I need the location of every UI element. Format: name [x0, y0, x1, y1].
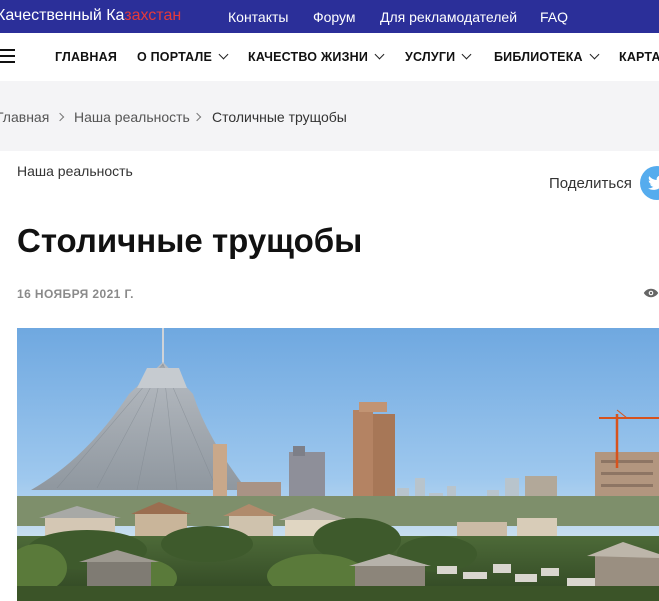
chevron-right-icon: [55, 112, 65, 122]
breadcrumb-current: Столичные трущобы: [212, 109, 347, 125]
chevron-right-icon: [192, 112, 202, 122]
menu-icon[interactable]: [0, 49, 15, 64]
article-hero-image: [17, 328, 659, 601]
top-link-forum[interactable]: Форум: [313, 9, 356, 25]
twitter-share-button[interactable]: [640, 166, 659, 200]
breadcrumb-section[interactable]: Наша реальность: [74, 109, 190, 125]
article-title: Столичные трущобы: [17, 222, 363, 259]
nav-item-home[interactable]: ГЛАВНАЯ: [55, 50, 117, 64]
chevron-down-icon: [461, 49, 472, 60]
eye-icon: [643, 288, 659, 298]
top-link-advertisers[interactable]: Для рекламодателей: [380, 9, 517, 25]
chevron-down-icon: [374, 49, 385, 60]
main-nav: ГЛАВНАЯ О ПОРТАЛЕ КАЧЕСТВО ЖИЗНИ УСЛУГИ …: [0, 33, 659, 81]
article-category[interactable]: Наша реальность: [17, 163, 133, 179]
chevron-down-icon: [218, 49, 229, 60]
nav-item-about[interactable]: О ПОРТАЛЕ: [137, 49, 229, 64]
top-link-faq[interactable]: FAQ: [540, 9, 568, 25]
top-link-contacts[interactable]: Контакты: [228, 9, 288, 25]
chevron-down-icon: [589, 49, 600, 60]
nav-item-services[interactable]: УСЛУГИ: [405, 49, 472, 64]
breadcrumb: Главная Наша реальность Столичные трущоб…: [0, 81, 659, 151]
nav-item-quality-of-life[interactable]: КАЧЕСТВО ЖИЗНИ: [248, 49, 385, 64]
top-bar: Качественный Казахстан Контакты Форум Дл…: [0, 0, 659, 33]
breadcrumb-home[interactable]: Главная: [0, 109, 49, 125]
twitter-icon: [648, 175, 659, 190]
top-links: Контакты Форум Для рекламодателей FAQ: [0, 9, 659, 25]
article-date: 16 НОЯБРЯ 2021 Г.: [17, 287, 134, 301]
nav-item-library[interactable]: БИБЛИОТЕКА: [494, 49, 600, 64]
share-label: Поделиться: [549, 175, 632, 192]
nav-item-map[interactable]: КАРТА: [619, 50, 659, 64]
hero-illustration: [17, 328, 659, 601]
